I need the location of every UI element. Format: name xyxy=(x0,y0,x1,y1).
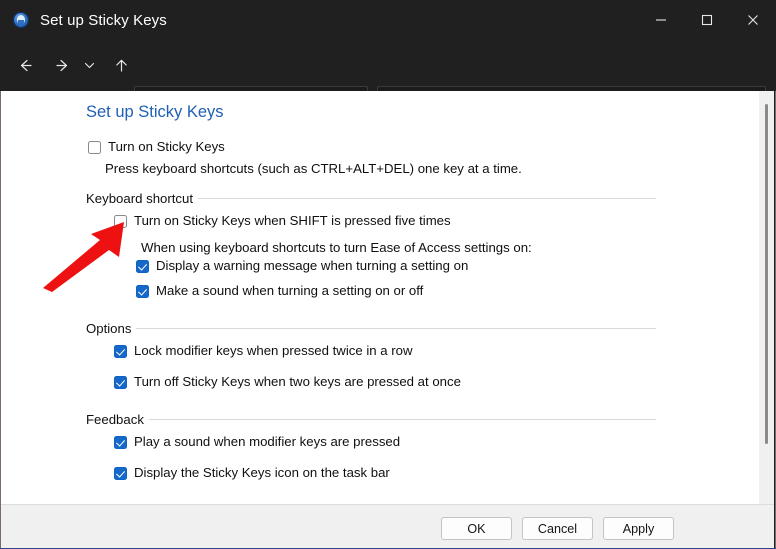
make-sound-label: Make a sound when turning a setting on o… xyxy=(156,283,424,298)
vertical-scrollbar[interactable] xyxy=(759,91,774,504)
ease-of-access-icon xyxy=(13,12,29,28)
master-checkbox[interactable] xyxy=(88,141,101,154)
back-button[interactable] xyxy=(10,50,40,80)
taskbar-icon-label: Display the Sticky Keys icon on the task… xyxy=(134,465,390,480)
cancel-button[interactable]: Cancel xyxy=(522,517,593,540)
turn-off-two-keys-checkbox-row[interactable]: Turn off Sticky Keys when two keys are p… xyxy=(114,374,461,389)
play-sound-checkbox-row[interactable]: Play a sound when modifier keys are pres… xyxy=(114,434,400,449)
taskbar-icon-checkbox-row[interactable]: Display the Sticky Keys icon on the task… xyxy=(114,465,390,480)
turn-off-two-keys-checkbox[interactable] xyxy=(114,376,127,389)
group-keyboard-shortcut: Keyboard shortcut xyxy=(86,191,656,206)
minimize-button[interactable] xyxy=(638,0,684,40)
group-label: Keyboard shortcut xyxy=(86,191,194,206)
make-sound-checkbox[interactable] xyxy=(136,285,149,298)
warning-message-label: Display a warning message when turning a… xyxy=(156,258,469,273)
shortcut-checkbox-label: Turn on Sticky Keys when SHIFT is presse… xyxy=(134,213,451,228)
chevron-down-icon xyxy=(84,62,94,68)
window-border-left xyxy=(0,91,1,549)
scrollbar-thumb[interactable] xyxy=(765,104,768,444)
group-divider xyxy=(136,328,656,329)
warning-message-checkbox[interactable] xyxy=(136,260,149,273)
lock-modifier-checkbox[interactable] xyxy=(114,345,127,358)
recent-locations-button[interactable] xyxy=(78,50,100,80)
shortcut-sub-description: When using keyboard shortcuts to turn Ea… xyxy=(141,240,532,255)
arrow-up-icon xyxy=(115,59,127,72)
play-sound-label: Play a sound when modifier keys are pres… xyxy=(134,434,401,449)
taskbar-icon-checkbox[interactable] xyxy=(114,467,127,480)
warning-message-checkbox-row[interactable]: Display a warning message when turning a… xyxy=(136,258,468,273)
arrow-left-icon xyxy=(20,59,32,71)
apply-button[interactable]: Apply xyxy=(603,517,674,540)
sticky-keys-window: Set up Sticky Keys Search Control Panel … xyxy=(0,0,776,549)
lock-modifier-label: Lock modifier keys when pressed twice in… xyxy=(134,343,413,358)
turn-off-two-keys-label: Turn off Sticky Keys when two keys are p… xyxy=(134,374,461,389)
navigation-bar: « › S... xyxy=(0,40,776,126)
group-divider xyxy=(198,198,656,199)
page-title: Set up Sticky Keys xyxy=(86,103,224,121)
master-description: Press keyboard shortcuts (such as CTRL+A… xyxy=(105,161,522,176)
make-sound-checkbox-row[interactable]: Make a sound when turning a setting on o… xyxy=(136,283,423,298)
ok-button[interactable]: OK xyxy=(441,517,512,540)
master-checkbox-row[interactable]: Turn on Sticky Keys xyxy=(88,139,225,154)
dialog-footer: OK Cancel Apply xyxy=(1,504,774,549)
play-sound-checkbox[interactable] xyxy=(114,436,127,449)
group-label: Feedback xyxy=(86,412,144,427)
arrow-right-icon xyxy=(55,59,67,71)
forward-button[interactable] xyxy=(47,50,77,80)
lock-modifier-checkbox-row[interactable]: Lock modifier keys when pressed twice in… xyxy=(114,343,413,358)
master-checkbox-label: Turn on Sticky Keys xyxy=(108,139,225,154)
shortcut-checkbox-row[interactable]: Turn on Sticky Keys when SHIFT is presse… xyxy=(114,213,451,228)
window-title: Set up Sticky Keys xyxy=(40,11,167,29)
group-divider xyxy=(148,419,656,420)
title-bar: Set up Sticky Keys xyxy=(0,0,776,40)
maximize-button[interactable] xyxy=(684,0,730,40)
up-button[interactable] xyxy=(106,50,136,80)
group-feedback: Feedback xyxy=(86,412,656,427)
group-label: Options xyxy=(86,321,132,336)
close-button[interactable] xyxy=(730,0,776,40)
shortcut-checkbox[interactable] xyxy=(114,215,127,228)
caption-buttons xyxy=(638,0,776,40)
group-options: Options xyxy=(86,321,656,336)
